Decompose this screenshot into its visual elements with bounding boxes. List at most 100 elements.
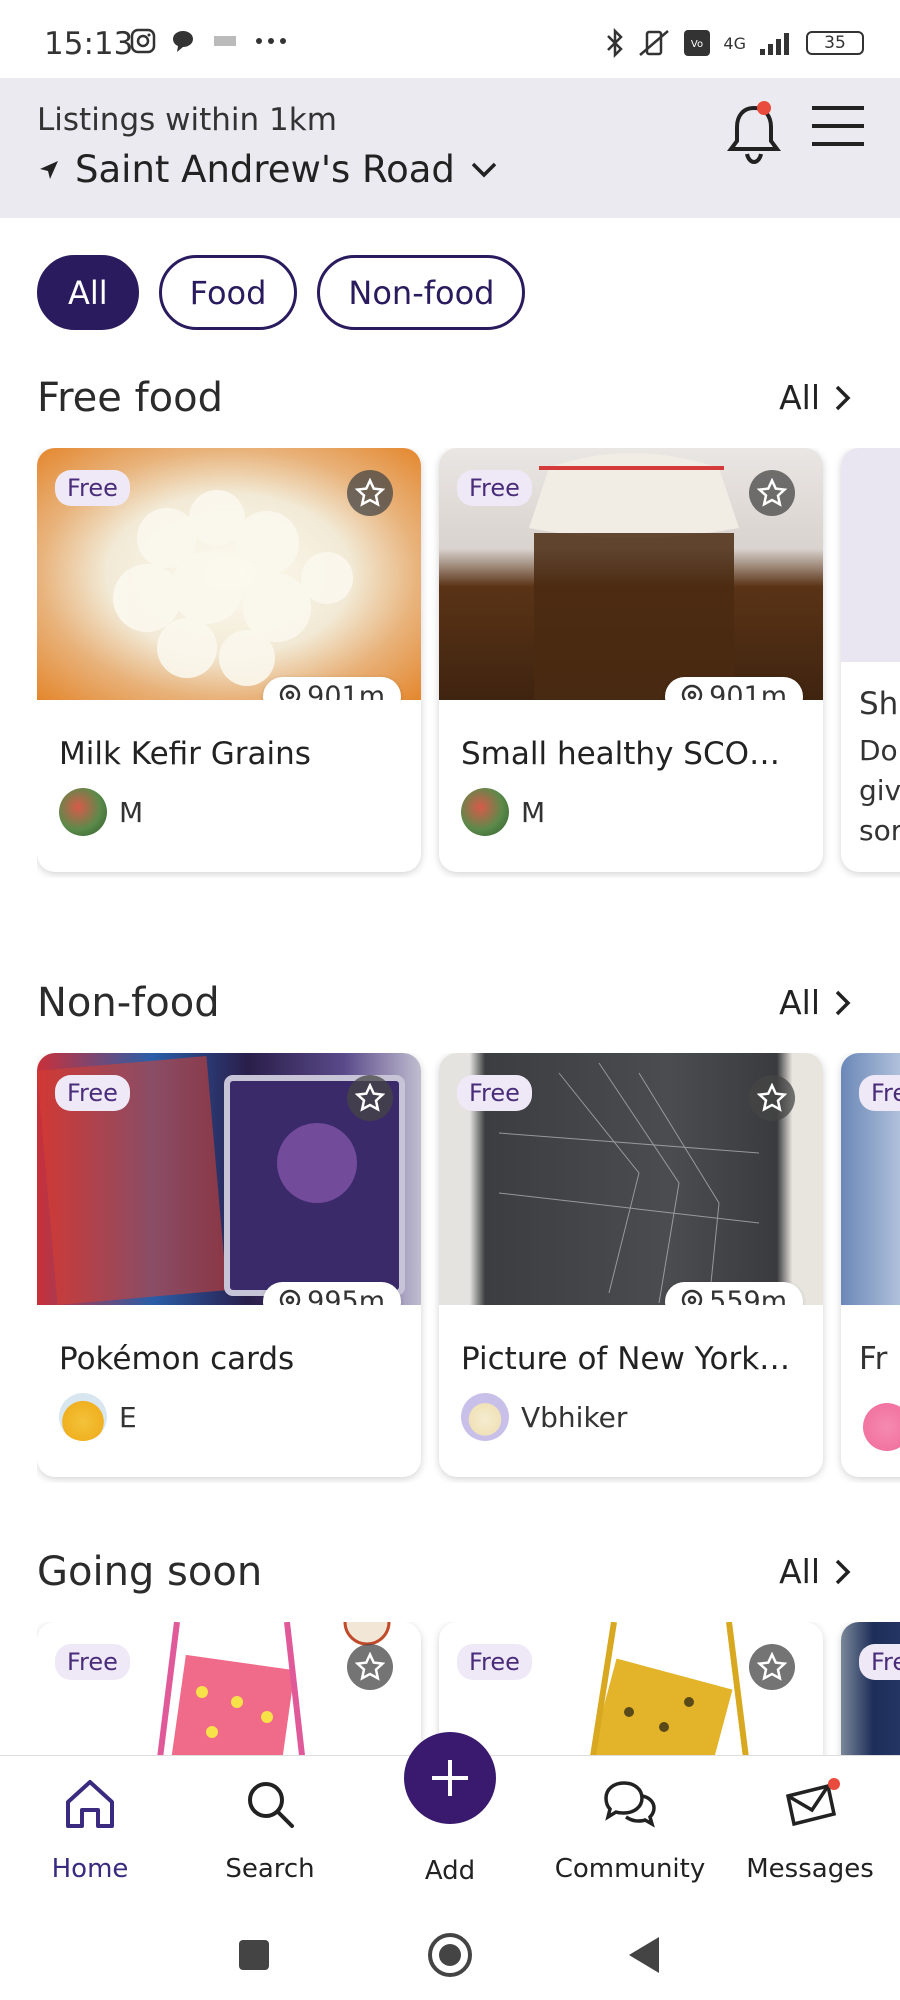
favorite-star-icon[interactable] (749, 1075, 795, 1121)
listing-title: Small healthy SCOB… (461, 736, 801, 772)
location-header: Listings within 1km Saint Andrew's Road (0, 78, 900, 218)
free-badge: Free (457, 470, 532, 506)
listing-desc-line: Do (859, 734, 898, 767)
going-soon-all-link[interactable]: All (779, 1552, 852, 1591)
all-link-label: All (779, 378, 820, 417)
favorite-star-icon[interactable] (347, 1644, 393, 1690)
listing-card[interactable]: Free 995m Pokémon cards E (37, 1053, 421, 1477)
home-circle-icon[interactable] (426, 1931, 474, 1979)
listing-title: Sh (859, 686, 899, 722)
listing-photo: Free (37, 1622, 421, 1755)
location-pin-icon (681, 1289, 703, 1305)
listing-owner: Vbhiker (461, 1393, 801, 1441)
avatar (461, 1393, 509, 1441)
listing-card[interactable]: Free (37, 1622, 421, 1755)
more-dots-icon (256, 38, 286, 44)
listing-owner: M (59, 788, 399, 836)
notifications-bell-icon[interactable] (724, 98, 784, 168)
location-pin-icon (681, 684, 703, 700)
listing-owner: M (461, 788, 801, 836)
free-badge: Fre (859, 1075, 900, 1111)
add-listing-button[interactable] (404, 1732, 496, 1824)
nav-community-label: Community (554, 1854, 706, 1884)
menu-hamburger-icon[interactable] (810, 102, 866, 150)
free-food-all-link[interactable]: All (779, 378, 852, 417)
listing-title: Fr (859, 1341, 888, 1377)
nav-messages[interactable]: Messages (720, 1776, 900, 1884)
chevron-right-icon (835, 385, 851, 410)
section-title-going-soon: Going soon (37, 1549, 263, 1595)
favorite-star-icon[interactable] (749, 470, 795, 516)
listing-card-partial[interactable]: Fre (841, 1622, 900, 1755)
location-name: Saint Andrew's Road (75, 148, 455, 191)
listings-radius-label: Listings within 1km (37, 102, 337, 138)
all-link-label: All (779, 983, 820, 1022)
free-badge: Free (55, 1644, 130, 1680)
owner-name: M (119, 795, 144, 829)
plus-icon (432, 1760, 468, 1796)
nav-search-label: Search (225, 1854, 315, 1884)
chevron-right-icon (835, 1559, 851, 1584)
avatar (461, 788, 509, 836)
avatar (863, 1403, 900, 1451)
listing-photo-placeholder (841, 448, 900, 662)
free-food-carousel[interactable]: Free 901m Milk Kefir Grains M Free 901m … (37, 448, 900, 878)
distance-badge: 901m (665, 677, 803, 700)
distance-badge: 559m (665, 1282, 803, 1305)
listing-card[interactable]: Free 901m Milk Kefir Grains M (37, 448, 421, 872)
search-icon (248, 1782, 294, 1828)
nav-add-label: Add (424, 1856, 476, 1886)
notification-small-icon (214, 36, 236, 46)
listing-card[interactable]: Free 559m Picture of New York… Vbhiker (439, 1053, 823, 1477)
back-triangle-icon[interactable] (627, 1935, 661, 1975)
free-badge: Free (457, 1075, 532, 1111)
chevron-right-icon (835, 990, 851, 1015)
nav-home-label: Home (51, 1854, 129, 1884)
location-pin-icon (279, 684, 301, 700)
nav-community[interactable]: Community (540, 1776, 720, 1884)
listing-title: Pokémon cards (59, 1341, 295, 1377)
listing-card[interactable]: Free (439, 1622, 823, 1755)
free-badge: Free (55, 1075, 130, 1111)
listing-photo: Free 995m (37, 1053, 421, 1305)
distance-badge: 995m (263, 1282, 401, 1305)
avatar (59, 1393, 107, 1441)
nav-search[interactable]: Search (180, 1776, 360, 1884)
filter-chip-all[interactable]: All (37, 255, 139, 330)
listing-desc-line: sor (859, 814, 900, 847)
owner-name: M (521, 795, 546, 829)
listing-photo: Fre (841, 1053, 900, 1305)
listing-card-partial[interactable]: Fre Fr (841, 1053, 900, 1477)
nav-messages-label: Messages (746, 1854, 874, 1884)
chat-bubble-icon (173, 31, 193, 52)
favorite-star-icon[interactable] (347, 1075, 393, 1121)
navigation-arrow-icon (40, 160, 58, 179)
listing-photo: Free 901m (439, 448, 823, 700)
listing-photo: Free (439, 1622, 823, 1755)
non-food-all-link[interactable]: All (779, 983, 852, 1022)
free-badge: Free (55, 470, 130, 506)
listing-card[interactable]: Free 901m Small healthy SCOB… M (439, 448, 823, 872)
bluetooth-icon (607, 28, 624, 58)
filter-chip-non-food[interactable]: Non-food (317, 255, 526, 330)
listing-title: Milk Kefir Grains (59, 736, 311, 772)
listing-photo: Free 559m (439, 1053, 823, 1305)
system-navigation-bar (0, 1910, 900, 2000)
listing-card-partial[interactable]: Sh Do giv sor (841, 448, 900, 872)
favorite-star-icon[interactable] (749, 1644, 795, 1690)
location-selector[interactable]: Saint Andrew's Road (37, 148, 499, 191)
community-chat-icon (604, 1781, 656, 1828)
distance-badge: 901m (263, 677, 401, 700)
all-link-label: All (779, 1552, 820, 1591)
recent-apps-icon[interactable] (237, 1938, 271, 1972)
section-title-free-food: Free food (37, 375, 224, 421)
listing-desc-line: giv (859, 774, 900, 807)
signal-icon (760, 33, 789, 55)
free-badge: Free (457, 1644, 532, 1680)
non-food-carousel[interactable]: Free 995m Pokémon cards E Free 559m Pict… (37, 1053, 900, 1483)
favorite-star-icon[interactable] (347, 470, 393, 516)
listing-photo: Free 901m (37, 448, 421, 700)
vibrate-mute-icon (639, 30, 670, 56)
nav-home[interactable]: Home (0, 1776, 180, 1884)
filter-chip-food[interactable]: Food (158, 255, 298, 330)
